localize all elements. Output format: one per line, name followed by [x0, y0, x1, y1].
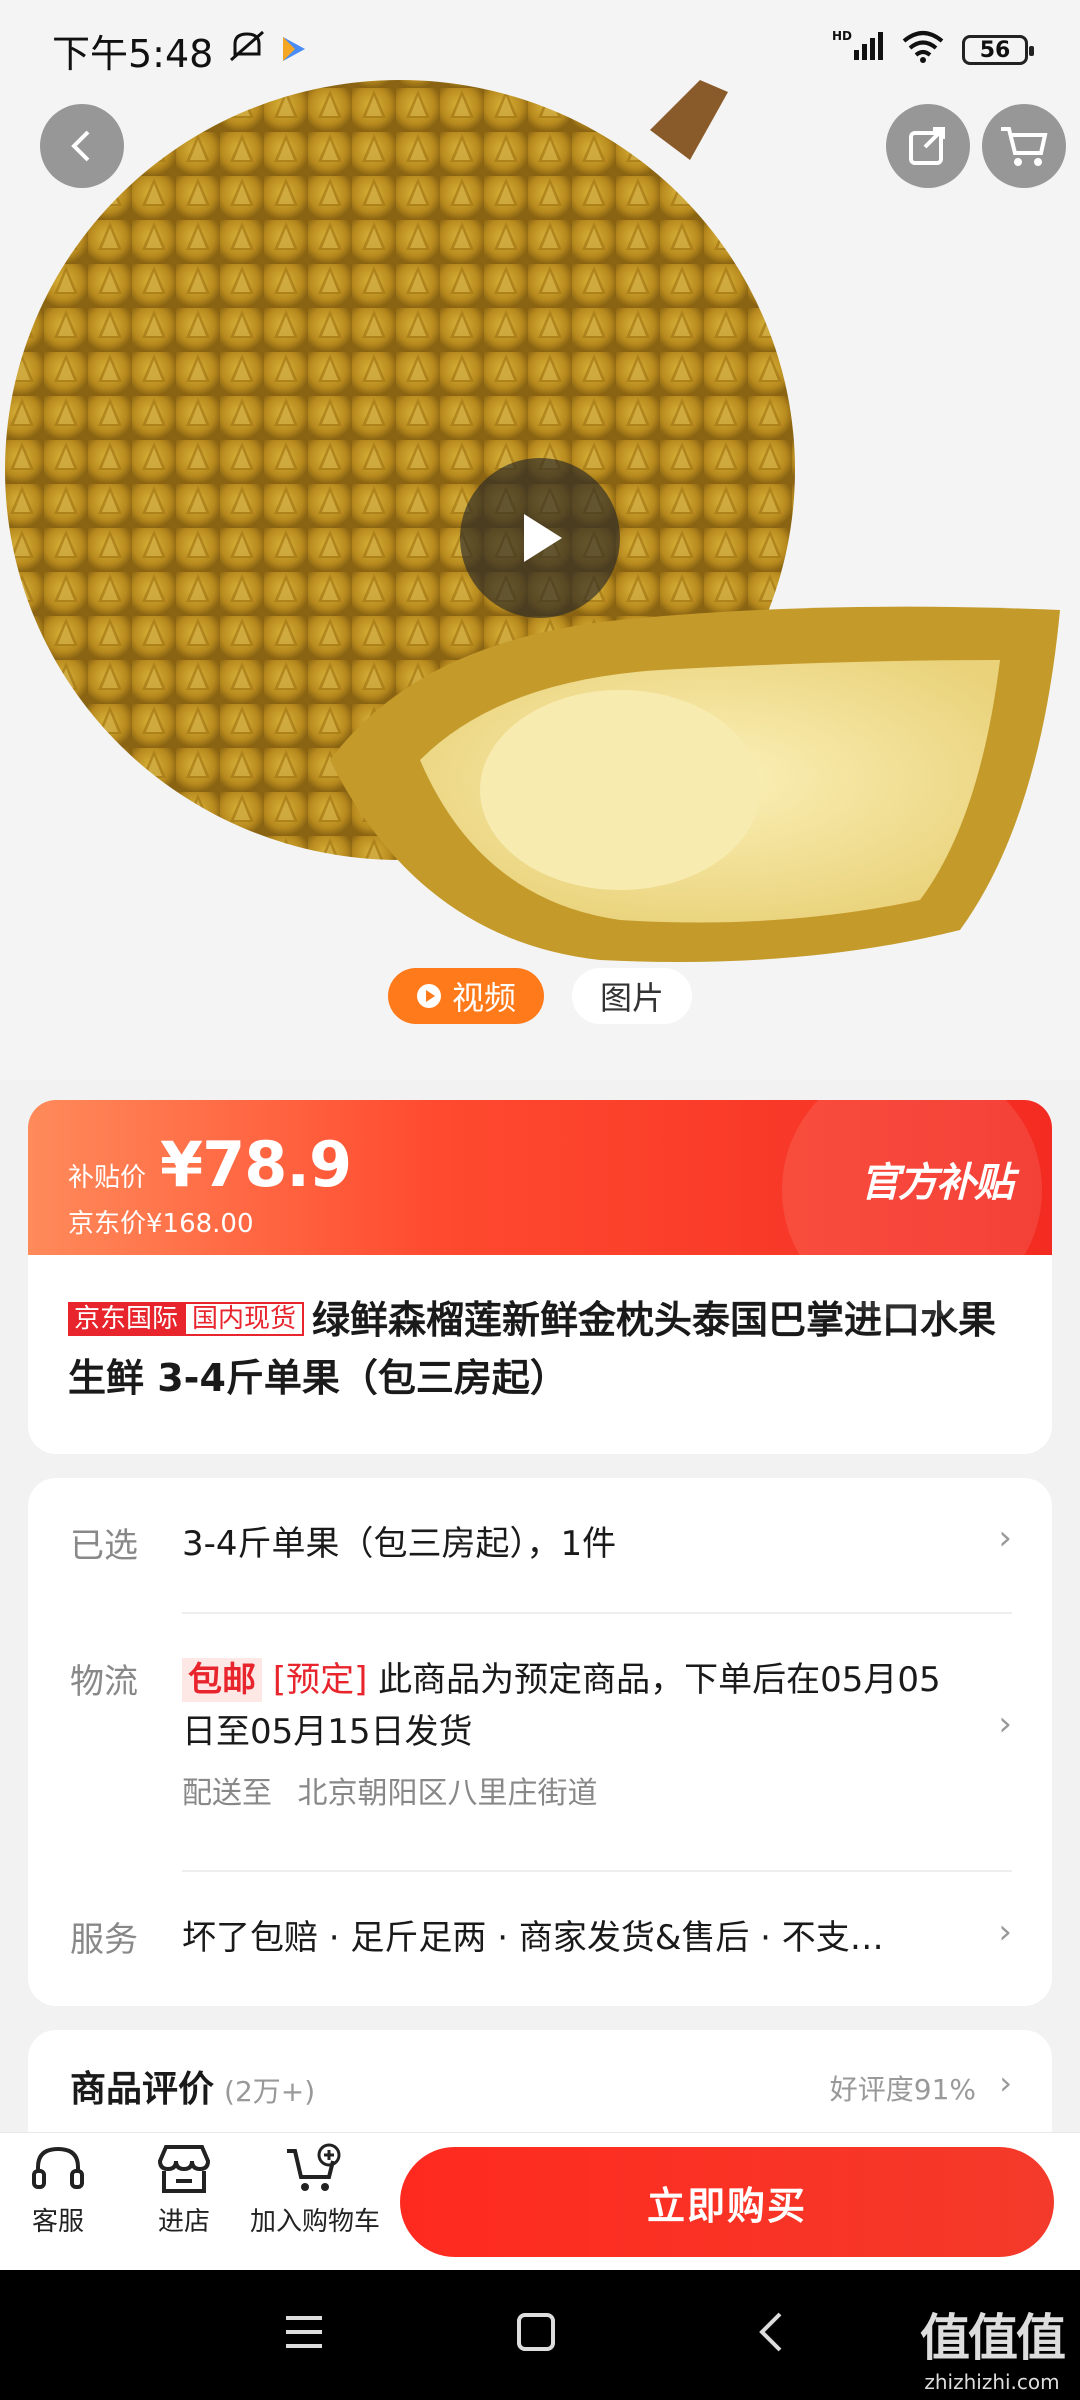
play-store-icon [281, 28, 307, 72]
play-circle-icon [416, 984, 441, 1008]
price-title-card: 补贴价 ¥78.9 京东价¥168.00 官方补贴 京东国际 国内现货 绿鲜森榴莲新… [28, 1100, 1052, 1454]
price-banner: 补贴价 ¥78.9 京东价¥168.00 官方补贴 [28, 1100, 1052, 1320]
service-value: 坏了包赔 · 足斤足两 · 商家发货&售后 · 不支… [182, 1918, 884, 1958]
battery-indicator: 56 [962, 35, 1034, 65]
chevron-right-icon: › [999, 2064, 1012, 2102]
official-subsidy-badge: 官方补贴 [860, 1160, 1014, 1206]
back-nav-button[interactable] [750, 2310, 794, 2358]
reviews-title-text: 商品评价 [70, 2069, 215, 2110]
mute-icon [227, 28, 267, 73]
selection-label: 已选 [70, 1526, 138, 1566]
free-shipping-badge: 包邮 [182, 1658, 262, 1702]
cart-icon [1001, 127, 1048, 166]
tab-image[interactable]: 图片 [572, 968, 693, 1024]
headset-icon [32, 2146, 84, 2189]
chevron-right-icon: › [998, 1518, 1012, 1558]
bottom-action-bar: 客服 进店 加入购物车 立即购买 [0, 2132, 1080, 2270]
divider [182, 1612, 1012, 1614]
buy-now-button[interactable]: 立即购买 [400, 2147, 1054, 2257]
share-icon [909, 127, 945, 165]
deliver-to-address: 北京朝阳区八里庄街道 [297, 1776, 598, 1811]
status-time: 下午5:48 [52, 31, 214, 76]
home-square-icon [517, 2313, 555, 2351]
delivery-address-line: 配送至 北京朝阳区八里庄街道 [182, 1768, 952, 1820]
domestic-stock-tag: 国内现货 [184, 1302, 305, 1336]
tab-video-label: 视频 [451, 979, 516, 1017]
reviews-title: 商品评价 (2万+) [70, 2060, 315, 2112]
divider [182, 1870, 1012, 1872]
wifi-icon [902, 28, 944, 72]
watermark-url: zhizhizhi.com [924, 2370, 1060, 2394]
preorder-tag: [预定] [272, 1660, 368, 1700]
status-bar: 下午5:48 HD 56 [0, 0, 1080, 100]
back-button[interactable] [40, 104, 124, 188]
play-video-button[interactable] [460, 458, 620, 618]
tab-image-label: 图片 [600, 979, 665, 1017]
cart-button[interactable] [982, 104, 1066, 188]
selection-value: 3-4斤单果（包三房起），1件 [182, 1524, 617, 1564]
chevron-right-icon: › [998, 1704, 1012, 1744]
service-label: 服务 [70, 1920, 138, 1960]
positive-rating: 好评度91% [829, 2073, 976, 2106]
add-cart-icon [287, 2143, 341, 2191]
home-nav-button[interactable] [514, 2310, 558, 2358]
price-label: 补贴价 [68, 1163, 147, 1193]
watermark: 值值值 zhizhizhi.com [920, 2298, 1066, 2394]
customer-service-button[interactable]: 客服 [30, 2143, 86, 2238]
svg-text:HD: HD [832, 29, 852, 43]
logistics-row[interactable]: 物流 包邮 [预定] 此商品为预定商品，下单后在05月05日至05月15日发货 … [70, 1654, 1012, 1854]
jd-intl-tag: 京东国际 [68, 1302, 185, 1336]
logistics-label: 物流 [70, 1662, 138, 1702]
store-icon [157, 2145, 211, 2193]
back-arrow-icon [71, 130, 90, 162]
signal-icon: HD [832, 28, 884, 73]
product-info-card: 已选 3-4斤单果（包三房起），1件 › 物流 包邮 [预定] 此商品为预定商品… [28, 1478, 1052, 2006]
media-tabs: 视频 图片 [0, 968, 1080, 1024]
add-to-cart-label: 加入购物车 [250, 2207, 381, 2237]
tab-video[interactable]: 视频 [387, 968, 544, 1024]
back-nav-icon [759, 2312, 782, 2352]
play-icon [524, 514, 562, 562]
store-label: 进店 [157, 2207, 210, 2237]
customer-service-label: 客服 [31, 2207, 84, 2237]
system-navigation-bar: 值值值 zhizhizhi.com [0, 2270, 1080, 2400]
chevron-right-icon: › [998, 1912, 1012, 1952]
menu-nav-button[interactable] [282, 2310, 326, 2358]
store-button[interactable]: 进店 [154, 2143, 214, 2238]
add-to-cart-button[interactable]: 加入购物车 [250, 2143, 380, 2238]
logistics-content: 包邮 [预定] 此商品为预定商品，下单后在05月05日至05月15日发货 配送至… [182, 1654, 952, 1820]
share-button[interactable] [886, 104, 970, 188]
price-value: ¥78.9 [160, 1128, 352, 1201]
watermark-logo: 值值值 [920, 2309, 1066, 2367]
product-image-gallery[interactable]: 下午5:48 HD 56 视频 图片 [0, 0, 1080, 1080]
menu-icon [286, 2316, 322, 2348]
selection-row[interactable]: 已选 3-4斤单果（包三房起），1件 › [70, 1518, 1012, 1578]
deliver-to-label: 配送至 [182, 1776, 272, 1811]
service-row[interactable]: 服务 坏了包赔 · 足斤足两 · 商家发货&售后 · 不支… › [70, 1912, 1012, 1972]
reviews-count: (2万+) [224, 2075, 316, 2108]
